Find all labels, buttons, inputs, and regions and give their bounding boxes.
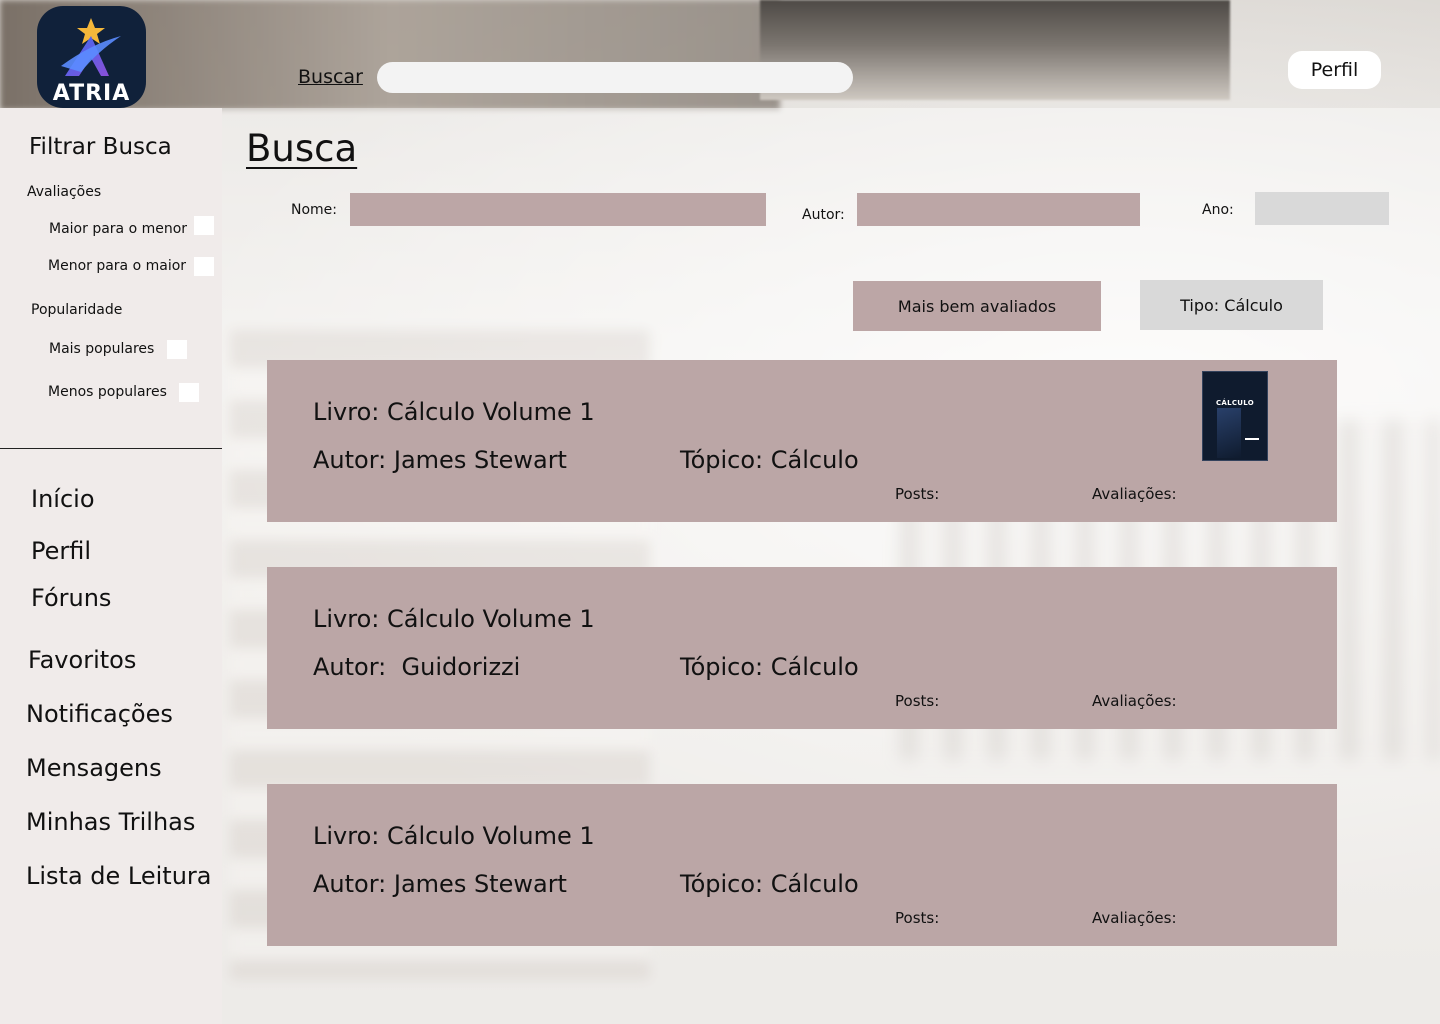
nav-item-favoritos[interactable]: Favoritos [28, 646, 136, 674]
nav-item-lista-de-leitura[interactable]: Lista de Leitura [26, 862, 212, 890]
author-filter-label: Autor: [802, 207, 845, 223]
book-author: Autor: James Stewart [313, 446, 567, 474]
result-card[interactable]: Livro: Cálculo Volume 1 Autor: James Ste… [267, 784, 1337, 946]
profile-button[interactable]: Perfil [1288, 51, 1381, 89]
ratings-label: Avaliações: [1092, 909, 1177, 927]
year-filter-input[interactable] [1255, 192, 1389, 225]
atria-logo[interactable]: ATRIA [37, 6, 146, 108]
sidebar-divider [0, 448, 222, 449]
posts-label: Posts: [895, 909, 940, 927]
page-title: Busca [246, 127, 358, 170]
ratings-option-asc[interactable]: Menor para o maior [48, 258, 186, 274]
ratings-label: Avaliações: [1092, 692, 1177, 710]
ratings-label: Avaliações: [1092, 485, 1177, 503]
ratings-asc-checkbox[interactable] [194, 257, 214, 276]
popularity-most-checkbox[interactable] [167, 340, 187, 359]
book-cover-title: CÁLCULO [1215, 399, 1255, 407]
ratings-option-desc[interactable]: Maior para o menor [49, 221, 187, 237]
logo-wordmark: ATRIA [52, 81, 131, 106]
search-label[interactable]: Buscar [298, 66, 363, 88]
name-filter-label: Nome: [291, 202, 338, 218]
posts-label: Posts: [895, 692, 940, 710]
book-topic: Tópico: Cálculo [680, 870, 859, 898]
nav-item-mensagens[interactable]: Mensagens [26, 754, 162, 782]
nav-item-minhas-trilhas[interactable]: Minhas Trilhas [26, 808, 195, 836]
nav-item-foruns[interactable]: Fóruns [31, 584, 111, 612]
best-rated-chip[interactable]: Mais bem avaliados [853, 281, 1101, 331]
logo-star-icon [61, 18, 121, 76]
result-card[interactable]: Livro: Cálculo Volume 1 Autor: Guidorizz… [267, 567, 1337, 729]
nav-item-perfil[interactable]: Perfil [31, 537, 91, 565]
sidebar: Filtrar Busca Avaliações Maior para o me… [0, 108, 222, 1024]
posts-label: Posts: [895, 485, 940, 503]
book-cover-image: CÁLCULO [1202, 371, 1268, 461]
book-title: Livro: Cálculo Volume 1 [313, 605, 595, 633]
author-filter-input[interactable] [857, 193, 1140, 226]
popularity-group-label: Popularidade [31, 302, 123, 318]
book-author: Autor: James Stewart [313, 870, 567, 898]
year-filter-label: Ano: [1202, 202, 1234, 218]
book-topic: Tópico: Cálculo [680, 446, 859, 474]
book-author: Autor: Guidorizzi [313, 653, 521, 681]
nav-item-inicio[interactable]: Início [31, 485, 95, 513]
book-title: Livro: Cálculo Volume 1 [313, 398, 595, 426]
ratings-desc-checkbox[interactable] [194, 216, 214, 235]
book-title: Livro: Cálculo Volume 1 [313, 822, 595, 850]
ratings-group-label: Avaliações [27, 184, 102, 200]
name-filter-input[interactable] [350, 193, 766, 226]
popularity-option-most[interactable]: Mais populares [49, 341, 154, 357]
book-topic: Tópico: Cálculo [680, 653, 859, 681]
type-filter-chip[interactable]: Tipo: Cálculo [1140, 280, 1323, 330]
nav-item-notificacoes[interactable]: Notificações [26, 700, 173, 728]
search-input[interactable] [377, 62, 853, 93]
popularity-least-checkbox[interactable] [179, 383, 199, 402]
popularity-option-least[interactable]: Menos populares [48, 384, 167, 400]
filter-title: Filtrar Busca [29, 134, 172, 160]
result-card[interactable]: Livro: Cálculo Volume 1 Autor: James Ste… [267, 360, 1337, 522]
